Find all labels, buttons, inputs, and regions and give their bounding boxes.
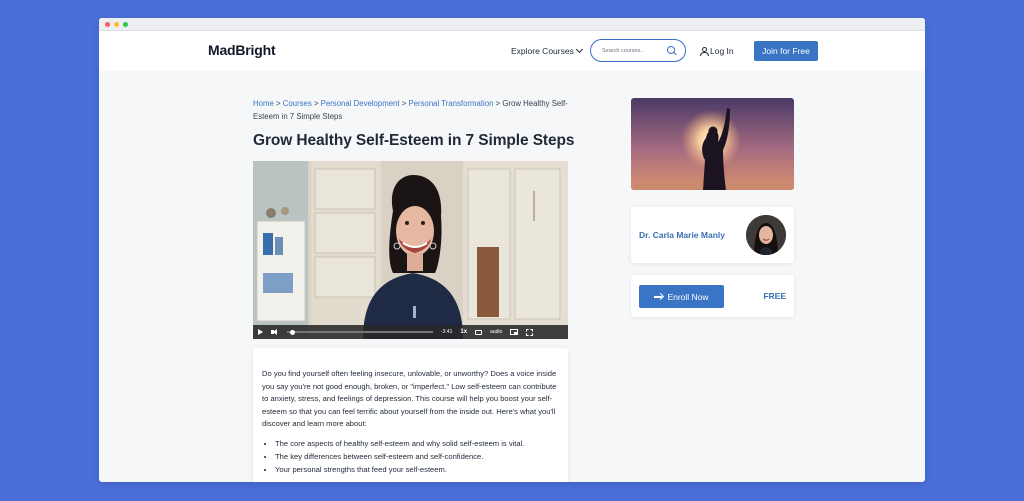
- playback-speed-button[interactable]: 1x: [460, 329, 467, 335]
- minimize-window-dot[interactable]: [114, 21, 119, 27]
- picture-in-picture-icon[interactable]: [510, 329, 519, 335]
- play-icon[interactable]: [258, 329, 263, 335]
- instructor-photo: [746, 215, 786, 255]
- course-description: Do you find yourself often feeling insec…: [262, 369, 557, 429]
- explore-courses-menu[interactable]: Explore Courses: [511, 45, 583, 56]
- video-controls: -3:41 1x audio: [253, 325, 568, 339]
- enroll-now-label: Enroll Now: [667, 291, 709, 302]
- video-progress-bar[interactable]: [287, 329, 433, 335]
- video-time-remaining: -3:41: [441, 329, 453, 335]
- sunset-silhouette-image: [631, 98, 794, 190]
- user-icon: [700, 47, 709, 56]
- breadcrumb-separator: >: [275, 99, 283, 108]
- close-window-dot[interactable]: [105, 21, 110, 27]
- course-topics-list: The core aspects of healthy self-esteem …: [262, 438, 559, 476]
- fullscreen-icon[interactable]: [526, 328, 534, 336]
- course-hero-image: [631, 98, 794, 190]
- breadcrumb-separator: >: [313, 99, 321, 108]
- search-input[interactable]: [602, 47, 664, 54]
- window-titlebar: [99, 18, 925, 31]
- video-scrub-handle[interactable]: [289, 329, 295, 335]
- breadcrumb-personal-transformation[interactable]: Personal Transformation: [408, 99, 493, 108]
- breadcrumb-personal-development[interactable]: Personal Development: [321, 99, 400, 108]
- site-logo[interactable]: MadBright: [208, 42, 276, 58]
- video-frame-image: [253, 161, 568, 339]
- chevron-down-icon: [575, 45, 583, 54]
- course-price: FREE: [763, 291, 786, 301]
- course-video-player[interactable]: -3:41 1x audio: [253, 161, 568, 339]
- breadcrumb: Home > Courses > Personal Development > …: [253, 97, 571, 123]
- login-link[interactable]: Log In: [700, 46, 734, 56]
- enroll-card: Enroll Now FREE: [631, 275, 794, 317]
- breadcrumb-courses[interactable]: Courses: [283, 99, 312, 108]
- search-box: [590, 39, 686, 62]
- instructor-card[interactable]: Dr. Carla Marie Manly: [631, 207, 794, 263]
- instructor-name[interactable]: Dr. Carla Marie Manly: [639, 230, 725, 240]
- list-item: The core aspects of healthy self-esteem …: [275, 438, 559, 451]
- list-item: Your personal strengths that feed your s…: [275, 464, 559, 477]
- breadcrumb-home[interactable]: Home: [253, 99, 274, 108]
- enroll-now-button[interactable]: Enroll Now: [639, 285, 724, 308]
- login-label: Log In: [710, 46, 734, 56]
- course-description-card: Do you find yourself often feeling insec…: [253, 348, 568, 482]
- avatar[interactable]: [746, 215, 786, 255]
- course-title: Grow Healthy Self-Esteem in 7 Simple Ste…: [253, 132, 575, 149]
- explore-courses-label: Explore Courses: [511, 46, 574, 56]
- captions-icon[interactable]: [475, 329, 483, 335]
- search-icon[interactable]: [667, 45, 677, 56]
- audio-track-button[interactable]: audio: [490, 329, 502, 335]
- browser-window: MadBright Explore Courses Log In Join fo…: [99, 18, 925, 482]
- volume-icon[interactable]: [271, 329, 279, 335]
- arrow-right-icon: [654, 295, 663, 298]
- join-for-free-button[interactable]: Join for Free: [754, 41, 818, 61]
- maximize-window-dot[interactable]: [123, 21, 128, 27]
- top-navigation: MadBright Explore Courses Log In Join fo…: [99, 31, 925, 71]
- list-item: The key differences between self-esteem …: [275, 451, 559, 464]
